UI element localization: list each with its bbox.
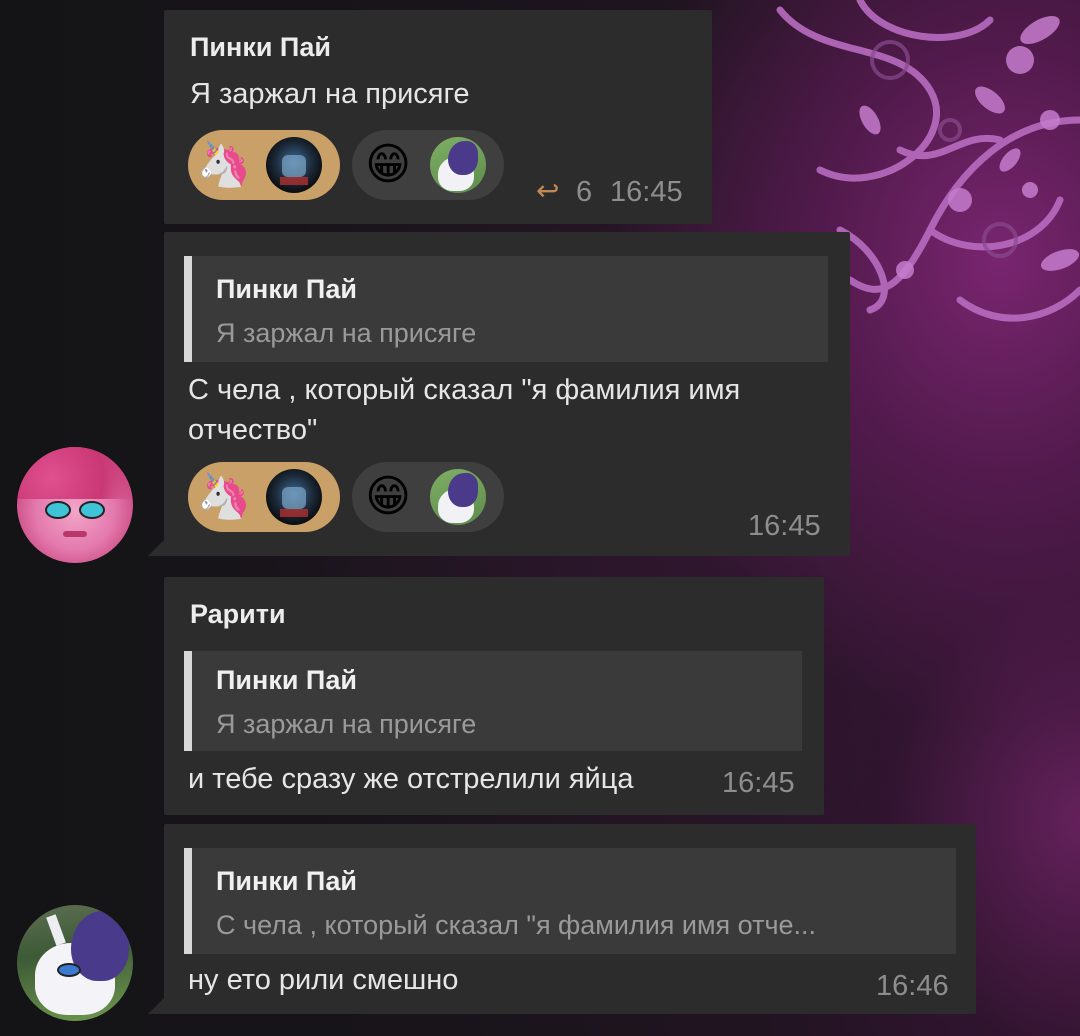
reply-quote[interactable]: Пинки Пай С чела , который сказал "я фам… [184,848,956,954]
message-text: Я заржал на присяге [190,78,470,110]
reaction-unicorn[interactable]: 🦄 [188,130,340,200]
unicorn-icon: 🦄 [196,140,252,189]
forward-count: 6 [576,176,593,208]
reply-quote[interactable]: Пинки Пай Я заржал на присяге [184,256,828,362]
reaction-grin[interactable]: 😁 [352,462,504,532]
dark-mask-avatar [266,469,322,525]
reply-text: Я заржал на присяге [216,318,477,348]
reply-bar [184,848,192,954]
message-time: 16:45 [748,510,821,542]
message-time: 16:45 [722,767,795,799]
unicorn-icon: 🦄 [196,472,252,521]
reply-sender-name: Пинки Пай [216,274,357,304]
reaction-unicorn[interactable]: 🦄 [188,462,340,532]
reply-bar [184,256,192,362]
message-time: 16:46 [876,970,949,1002]
reply-sender-name: Пинки Пай [216,665,357,695]
message-text: ну ето рили смешно [188,964,459,996]
pinkie-pie-avatar[interactable] [17,447,133,563]
sender-name[interactable]: Пинки Пай [190,32,331,63]
message-bubble[interactable]: Пинки Пай Я заржал на присяге С чела , к… [164,232,850,556]
message-time: 16:45 [610,176,683,208]
grinning-face-icon: 😁 [365,140,411,189]
sender-name[interactable]: Рарити [190,599,286,630]
reply-text: С чела , который сказал "я фамилия имя о… [216,910,817,940]
reaction-grin[interactable]: 😁 [352,130,504,200]
grinning-face-icon: 😁 [365,472,411,521]
rarity-mini-avatar [430,469,486,525]
reply-bar [184,651,192,751]
rarity-avatar[interactable] [17,905,133,1021]
message-text-line-2: отчество" [188,414,318,446]
reply-sender-name: Пинки Пай [216,866,357,896]
dark-mask-avatar [266,137,322,193]
reactions-row: 🦄 😁 [188,130,504,200]
forward-icon[interactable]: ↩ [536,174,559,207]
reply-text: Я заржал на присяге [216,709,477,739]
reactions-row: 🦄 😁 [188,462,504,532]
message-text: и тебе сразу же отстрелили яйца [188,763,634,795]
rarity-mini-avatar [430,137,486,193]
message-text-line-1: С чела , который сказал "я фамилия имя [188,374,741,406]
reply-quote[interactable]: Пинки Пай Я заржал на присяге [184,651,802,751]
message-bubble[interactable]: Рарити Пинки Пай Я заржал на присяге и т… [164,577,824,815]
message-bubble[interactable]: Пинки Пай Я заржал на присяге 🦄 😁 ↩ 6 16… [164,10,712,224]
message-bubble[interactable]: Пинки Пай С чела , который сказал "я фам… [164,824,976,1014]
